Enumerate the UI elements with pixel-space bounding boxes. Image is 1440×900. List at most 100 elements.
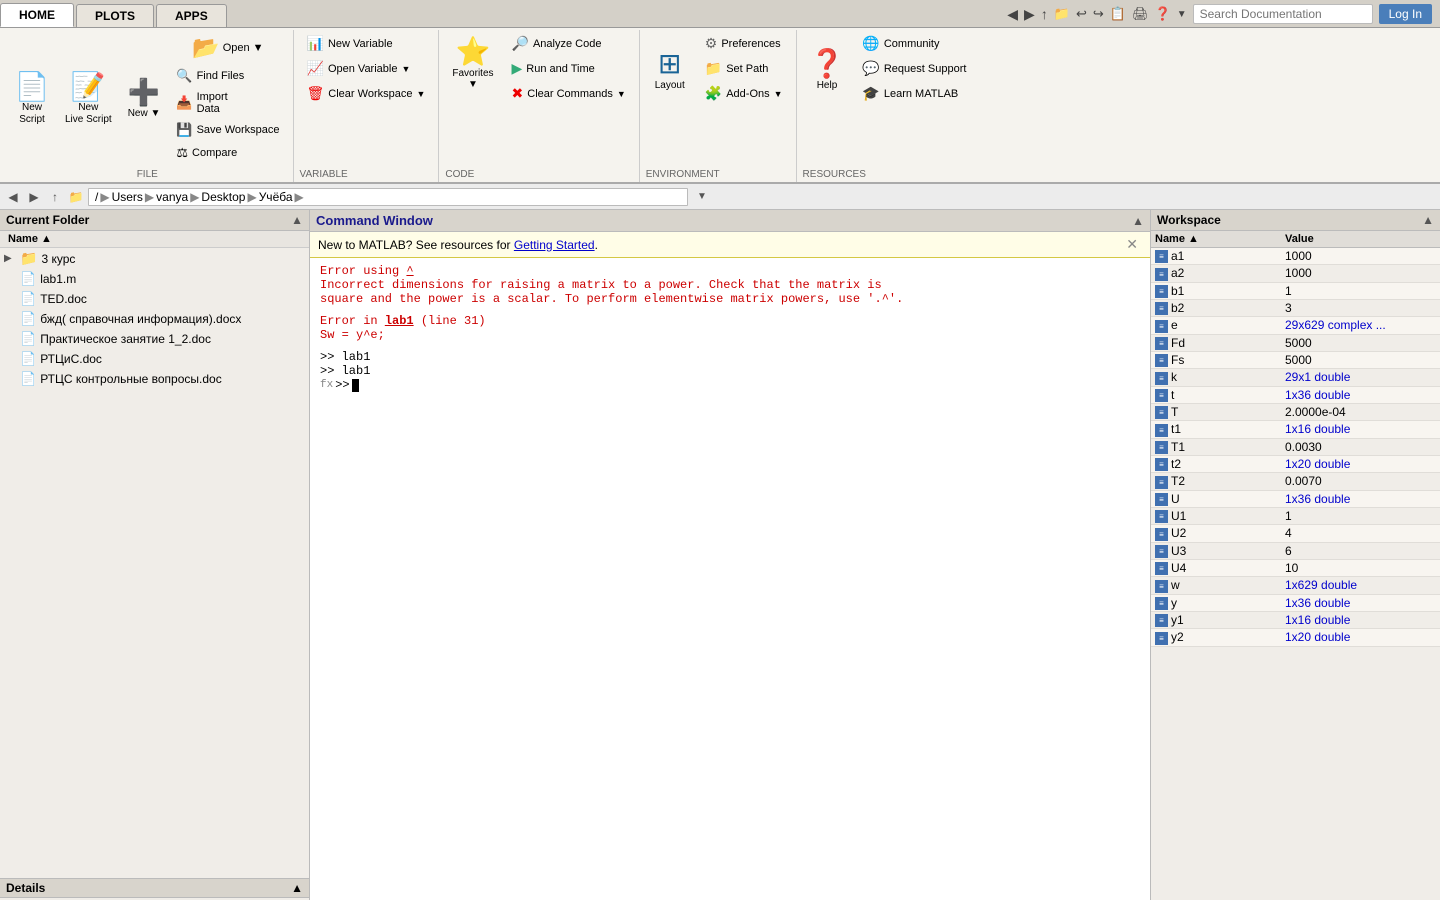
search-input[interactable] (1193, 4, 1373, 24)
analyze-code-button[interactable]: 🔎 Analyze Code (505, 32, 633, 55)
workspace-row[interactable]: ≡b1 1 (1151, 282, 1440, 299)
nav-next-icon[interactable]: ↪ (1093, 6, 1104, 22)
workspace-row[interactable]: ≡t 1x36 double (1151, 386, 1440, 403)
open-button[interactable]: 📂 Open ▼ (169, 32, 286, 64)
learn-matlab-button[interactable]: 🎓 Learn MATLAB (855, 82, 973, 105)
workspace-row[interactable]: ≡Fs 5000 (1151, 351, 1440, 368)
nav-help-icon[interactable]: ❓ (1155, 6, 1171, 22)
folder-toggle[interactable]: ▶ (4, 253, 16, 264)
notice-close-btn[interactable]: ✕ (1122, 236, 1142, 253)
workspace-row[interactable]: ≡U 1x36 double (1151, 490, 1440, 507)
workspace-row[interactable]: ≡w 1x629 double (1151, 577, 1440, 594)
nav-browse-icon[interactable]: 📁 (1054, 6, 1070, 22)
workspace-row[interactable]: ≡y2 1x20 double (1151, 629, 1440, 646)
request-support-button[interactable]: 💬 Request Support (855, 57, 973, 80)
workspace-row[interactable]: ≡U2 4 (1151, 525, 1440, 542)
favorites-button[interactable]: ⭐ Favorites▼ (445, 32, 500, 93)
new-variable-button[interactable]: 📊 New Variable (300, 32, 433, 55)
ws-var-name: ≡w (1151, 577, 1281, 594)
workspace-row[interactable]: ≡e 29x629 complex ... (1151, 317, 1440, 334)
path-folder[interactable]: Учёба (259, 190, 293, 204)
workspace-row[interactable]: ≡T 2.0000e-04 (1151, 403, 1440, 420)
new-script-button[interactable]: 📄 NewScript (8, 32, 56, 164)
file-prac[interactable]: 📄 Практическое занятие 1_2.doc (0, 329, 309, 349)
workspace-row[interactable]: ≡T2 0.0070 (1151, 473, 1440, 490)
workspace-row[interactable]: ≡t1 1x16 double (1151, 421, 1440, 438)
workspace-row[interactable]: ≡t2 1x20 double (1151, 455, 1440, 472)
file-lab1m[interactable]: 📄 lab1.m (0, 269, 309, 289)
nav-print-icon[interactable]: 🖨 (1132, 6, 1149, 22)
addr-up-btn[interactable]: ↑ (46, 188, 64, 206)
details-panel-header[interactable]: Details ▲ (0, 879, 309, 898)
clear-commands-button[interactable]: ✖ Clear Commands ▼ (505, 82, 633, 105)
nav-back-icon[interactable]: ◀ (1007, 6, 1018, 23)
command-body[interactable]: Error using ^ Incorrect dimensions for r… (310, 258, 1150, 900)
workspace-row[interactable]: ≡a2 1000 (1151, 265, 1440, 282)
workspace-row[interactable]: ≡y 1x36 double (1151, 594, 1440, 611)
path-root[interactable]: / (95, 190, 98, 204)
nav-docs-icon[interactable]: 📋 (1110, 6, 1126, 22)
run-and-time-button[interactable]: ▶ Run and Time (505, 57, 633, 80)
cmd-expand-icon[interactable]: ▲ (1132, 214, 1144, 228)
getting-started-link[interactable]: Getting Started (514, 238, 595, 252)
open-label: Open ▼ (223, 42, 264, 54)
tab-plots[interactable]: PLOTS (76, 4, 154, 27)
community-button[interactable]: 🌐 Community (855, 32, 973, 55)
clear-workspace-button[interactable]: 🗑 Clear Workspace ▼ (300, 82, 433, 105)
workspace-row[interactable]: ≡U3 6 (1151, 542, 1440, 559)
new-button[interactable]: ➕ New ▼ (121, 32, 168, 164)
tab-apps[interactable]: APPS (156, 4, 227, 27)
path-desktop[interactable]: Desktop (201, 190, 245, 204)
addr-browse-btn[interactable]: 📁 (67, 188, 85, 206)
file-bjd[interactable]: 📄 бжд( справочная информация).docx (0, 309, 309, 329)
open-variable-button[interactable]: 📈 Open Variable ▼ (300, 57, 433, 80)
addr-back-btn[interactable]: ◀ (4, 188, 22, 206)
prompt-line[interactable]: fx >> (320, 378, 1140, 392)
nav-up-icon[interactable]: ↑ (1041, 6, 1048, 22)
open-variable-dropdown[interactable]: ▼ (401, 64, 410, 74)
compare-button[interactable]: ⚖ Compare (169, 142, 286, 164)
workspace-row[interactable]: ≡Fd 5000 (1151, 334, 1440, 351)
details-collapse-icon[interactable]: ▲ (291, 881, 303, 895)
nav-forward-icon[interactable]: ▶ (1024, 6, 1035, 23)
left-panel-expand-icon[interactable]: ▲ (291, 213, 303, 227)
workspace-scroll[interactable]: Name ▲ Value ≡a1 1000 ≡a2 1000 ≡b1 1 ≡b2… (1151, 231, 1440, 900)
workspace-row[interactable]: ≡a1 1000 (1151, 248, 1440, 265)
preferences-button[interactable]: ⚙ Preferences (698, 32, 790, 55)
new-live-script-button[interactable]: 📝 NewLive Script (58, 32, 119, 164)
ws-var-value: 0.0070 (1281, 473, 1440, 490)
path-vanya[interactable]: vanya (156, 190, 188, 204)
clear-workspace-dropdown[interactable]: ▼ (416, 89, 425, 99)
ws-var-value: 1000 (1281, 248, 1440, 265)
file-rtcs-kv[interactable]: 📄 РТЦС контрольные вопросы.doc (0, 369, 309, 389)
file-ted[interactable]: 📄 TED.doc (0, 289, 309, 309)
workspace-row[interactable]: ≡y1 1x16 double (1151, 611, 1440, 628)
help-button[interactable]: ❓ Help (803, 32, 852, 105)
workspace-row[interactable]: ≡k 29x1 double (1151, 369, 1440, 386)
import-data-button[interactable]: 📥 ImportData (169, 88, 286, 118)
nav-dropdown-icon[interactable]: ▼ (1177, 9, 1187, 20)
workspace-row[interactable]: ≡U1 1 (1151, 507, 1440, 524)
file-rtcis[interactable]: 📄 РТЦиС.doc (0, 349, 309, 369)
addr-forward-btn[interactable]: ▶ (25, 188, 43, 206)
ws-col-value[interactable]: Value (1281, 231, 1440, 248)
add-ons-button[interactable]: 🧩 Add-Ons ▼ (698, 82, 790, 105)
ws-col-name[interactable]: Name ▲ (1151, 231, 1281, 248)
find-files-button[interactable]: 🔍 Find Files (169, 65, 286, 87)
workspace-row[interactable]: ≡U4 10 (1151, 559, 1440, 576)
addr-dropdown-btn[interactable]: ▼ (693, 188, 711, 206)
tab-home[interactable]: HOME (0, 3, 74, 27)
var-icon: ≡ (1155, 302, 1168, 315)
save-workspace-button[interactable]: 💾 Save Workspace (169, 119, 286, 141)
folder-3kurs[interactable]: ▶ 📁 3 курс (0, 248, 309, 269)
var-icon: ≡ (1155, 614, 1168, 627)
set-path-button[interactable]: 📁 Set Path (698, 57, 790, 80)
workspace-expand-icon[interactable]: ▲ (1422, 213, 1434, 227)
import-label: ImportData (197, 91, 228, 115)
layout-button[interactable]: ⊞ Layout (646, 32, 694, 105)
workspace-row[interactable]: ≡b2 3 (1151, 299, 1440, 316)
nav-prev-icon[interactable]: ↩ (1076, 6, 1087, 22)
login-button[interactable]: Log In (1379, 4, 1432, 24)
path-users[interactable]: Users (112, 190, 143, 204)
workspace-row[interactable]: ≡T1 0.0030 (1151, 438, 1440, 455)
